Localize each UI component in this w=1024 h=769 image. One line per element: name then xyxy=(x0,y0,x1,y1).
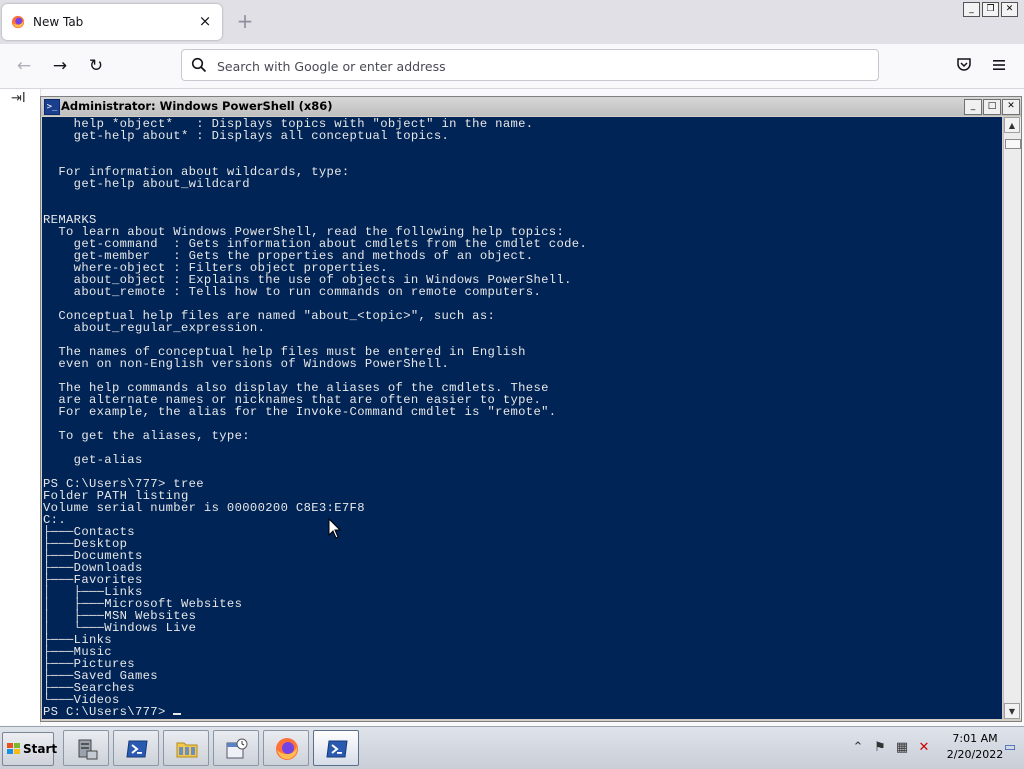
minimize-button[interactable]: _ xyxy=(963,2,980,17)
ps-minimize-button[interactable]: _ xyxy=(964,99,982,115)
tab-close-icon[interactable]: × xyxy=(196,12,214,30)
search-input[interactable] xyxy=(215,54,859,78)
firefox-icon xyxy=(276,738,298,760)
powershell-window: >_ Administrator: Windows PowerShell (x8… xyxy=(40,96,1022,722)
mouse-cursor-icon xyxy=(328,518,342,539)
taskbar-clock[interactable]: 7:01 AM 2/20/2022 xyxy=(944,731,1006,763)
show-hidden-icons-icon[interactable]: ⌃ xyxy=(850,740,866,756)
clock-time: 7:01 AM xyxy=(952,732,998,745)
powershell-title-bar[interactable]: >_ Administrator: Windows PowerShell (x8… xyxy=(41,97,1021,116)
pocket-icon[interactable] xyxy=(955,56,973,74)
scroll-thumb[interactable] xyxy=(1005,139,1021,149)
navigation-toolbar: ← → ↻ xyxy=(0,44,1024,89)
text-cursor xyxy=(173,713,182,715)
network-icon[interactable]: ▦ xyxy=(894,740,910,756)
start-label: Start xyxy=(23,742,58,756)
taskbar: Start ⌃ ⚑ ▦ ✕ ▭ xyxy=(0,726,1024,769)
menu-icon[interactable] xyxy=(991,57,1007,73)
powershell-icon: >_ xyxy=(44,99,60,115)
action-center-flag-icon[interactable]: ⚑ xyxy=(872,740,888,756)
browser-window-controls: _ ❐ ✕ xyxy=(963,2,1018,17)
search-icon xyxy=(191,57,207,73)
console-scrollbar[interactable]: ▲ ▼ xyxy=(1003,117,1021,719)
browser-tab-bar: New Tab × + _ ❐ ✕ xyxy=(0,0,1024,44)
powershell-active-icon xyxy=(326,740,348,758)
taskbar-powershell-active[interactable] xyxy=(313,730,359,766)
new-tab-button[interactable]: + xyxy=(234,10,256,32)
reload-button[interactable]: ↻ xyxy=(82,53,110,79)
forward-button[interactable]: → xyxy=(46,53,74,79)
ps-close-button[interactable]: ✕ xyxy=(1002,99,1020,115)
import-label: I xyxy=(21,91,26,106)
back-button[interactable]: ← xyxy=(10,53,38,79)
powershell-window-controls: _ □ ✕ xyxy=(964,99,1020,115)
server-manager-icon xyxy=(78,739,98,760)
task-scheduler-icon xyxy=(226,738,248,759)
scroll-up-button[interactable]: ▲ xyxy=(1004,117,1020,133)
tab-title: New Tab xyxy=(33,15,84,29)
restore-button[interactable]: ❐ xyxy=(982,2,999,17)
import-icon[interactable]: ⇥I xyxy=(11,91,26,106)
start-button[interactable]: Start xyxy=(2,732,58,766)
explorer-folder-icon xyxy=(176,742,198,758)
powershell-icon xyxy=(126,740,148,758)
window-title: Administrator: Windows PowerShell (x86) xyxy=(61,99,333,113)
taskbar-task-scheduler[interactable] xyxy=(213,730,259,766)
taskbar-server-manager[interactable] xyxy=(63,730,109,766)
address-bar[interactable] xyxy=(181,49,879,81)
clock-date: 2/20/2022 xyxy=(946,748,1004,761)
firefox-icon xyxy=(11,15,25,29)
taskbar-powershell[interactable] xyxy=(113,730,159,766)
volume-muted-icon[interactable]: ✕ xyxy=(916,740,932,756)
windows-logo-icon xyxy=(7,743,20,754)
taskbar-explorer[interactable] xyxy=(163,730,209,766)
console-prompt: PS C:\Users\777> xyxy=(43,705,174,719)
page-left-strip: ⇥I xyxy=(0,89,41,725)
scroll-down-button[interactable]: ▼ xyxy=(1004,703,1020,719)
tab-new-tab[interactable]: New Tab × xyxy=(2,4,222,40)
ps-maximize-button[interactable]: □ xyxy=(983,99,1001,115)
close-button[interactable]: ✕ xyxy=(1001,2,1018,17)
console-output[interactable]: help *object* : Displays topics with "ob… xyxy=(42,117,1002,719)
console-text: help *object* : Displays topics with "ob… xyxy=(43,117,588,719)
taskbar-firefox[interactable] xyxy=(263,730,309,766)
